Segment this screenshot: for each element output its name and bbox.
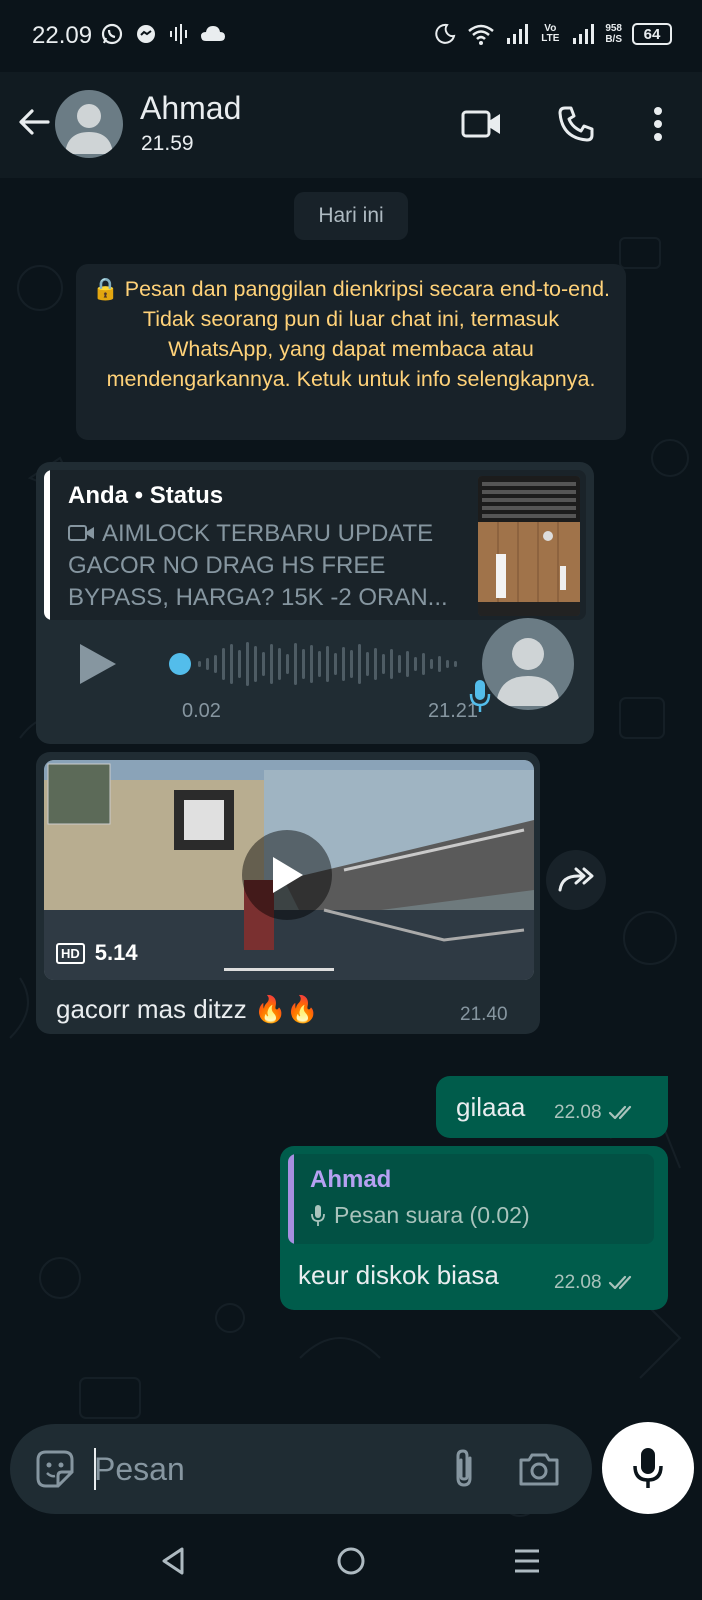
back-triangle-icon [162, 1547, 184, 1575]
waveform[interactable] [132, 634, 482, 694]
battery-indicator: 64 [632, 23, 672, 45]
forward-button[interactable] [546, 850, 606, 910]
chat-area[interactable]: Hari ini 🔒 Pesan dan panggilan dienkrips… [0, 178, 702, 1522]
quote-accent-bar [288, 1154, 294, 1244]
status-quote[interactable]: Anda • Status AIMLOCK TERBARU UPDATE GAC… [44, 470, 586, 620]
attach-button[interactable] [442, 1446, 488, 1492]
status-thumbnail [478, 476, 580, 616]
signal-icon [571, 23, 595, 45]
avatar[interactable] [55, 90, 123, 158]
chat-header: Ahmad 21.59 [0, 72, 702, 178]
back-button[interactable] [14, 102, 54, 142]
system-nav-bar [0, 1522, 702, 1600]
video-length: 5.14 [94, 940, 138, 965]
cloud-icon [200, 24, 226, 44]
voice-mic-icon [468, 678, 492, 719]
message-input[interactable] [94, 1442, 414, 1496]
reply-preview: Pesan suara (0.02) [310, 1202, 530, 1229]
status-notification-icons [100, 22, 226, 46]
voice-duration: 0.02 [182, 700, 221, 722]
video-caption: gacorr mas ditzz 🔥🔥 [56, 994, 319, 1024]
menu-lines-icon [515, 1549, 539, 1573]
video-icon [68, 525, 94, 541]
default-avatar-icon [496, 638, 560, 706]
reply-quote[interactable]: Ahmad Pesan suara (0.02) [288, 1154, 654, 1244]
video-call-button[interactable] [460, 102, 504, 146]
audio-icon [168, 22, 190, 46]
message-time: 22.08 [554, 1102, 602, 1123]
nav-home-button[interactable] [328, 1538, 374, 1584]
date-divider: Hari ini [294, 192, 408, 240]
message-meta: 22.08 [554, 1102, 638, 1124]
message-meta: 22.08 [554, 1272, 638, 1294]
contact-name[interactable]: Ahmad [140, 90, 241, 127]
forward-icon [558, 867, 594, 892]
volte-indicator: Vo LTE [541, 23, 560, 44]
signal-icon [505, 23, 529, 45]
message-text: gilaaa [456, 1092, 526, 1122]
network-speed-value: 958 [605, 22, 622, 34]
video-play-button[interactable] [242, 830, 332, 920]
paperclip-icon [456, 1449, 472, 1487]
wifi-icon [467, 22, 495, 46]
video-call-icon [461, 110, 500, 138]
camera-icon [519, 1453, 559, 1486]
status-time: 22.09 [32, 22, 93, 49]
home-circle-icon [337, 1547, 365, 1575]
messenger-icon [134, 22, 158, 46]
video-thumbnail[interactable]: HD 5.14 [44, 760, 534, 980]
reply-sender: Ahmad [310, 1166, 392, 1193]
message-text: keur diskok biasa [298, 1260, 499, 1290]
network-speed: 958 B/S [605, 22, 622, 45]
back-arrow-icon [19, 109, 50, 135]
quote-title: Anda • Status [68, 482, 224, 509]
whatsapp-icon [100, 22, 124, 46]
message-time: 22.08 [554, 1272, 602, 1293]
play-icon [80, 644, 116, 684]
video-message-bubble[interactable]: HD 5.14 gacorr mas ditzz 🔥🔥 21.40 [36, 752, 540, 1034]
double-check-icon [608, 1105, 631, 1120]
outgoing-reply-bubble[interactable]: Ahmad Pesan suara (0.02) keur diskok bia… [280, 1146, 668, 1310]
status-system-icons: Vo LTE 958 B/S 64 [433, 22, 672, 46]
camera-button[interactable] [516, 1446, 562, 1492]
sender-avatar [482, 618, 574, 710]
quote-text: AIMLOCK TERBARU UPDATE GACOR NO DRAG HS … [68, 518, 458, 614]
nav-back-button[interactable] [150, 1538, 196, 1584]
sticker-button[interactable] [32, 1446, 78, 1492]
voice-record-button[interactable] [602, 1422, 694, 1514]
encryption-notice[interactable]: 🔒 Pesan dan panggilan dienkripsi secara … [76, 264, 626, 440]
voice-call-button[interactable] [554, 102, 598, 146]
voice-player: 0.02 21.21 [36, 618, 594, 736]
phone-icon [558, 106, 594, 142]
network-speed-unit: B/S [605, 33, 622, 45]
message-time: 21.40 [460, 1004, 508, 1025]
voice-message-bubble[interactable]: Anda • Status AIMLOCK TERBARU UPDATE GAC… [36, 462, 594, 744]
status-bar: 22.09 Vo LTE 958 B/S 64 [0, 0, 702, 72]
outgoing-message-bubble[interactable]: gilaaa 22.08 [436, 1076, 668, 1138]
quote-text-content: AIMLOCK TERBARU UPDATE GACOR NO DRAG HS … [68, 520, 448, 611]
play-button[interactable] [76, 640, 120, 688]
play-icon [273, 857, 303, 893]
default-avatar-icon [65, 104, 113, 154]
moon-icon [433, 22, 457, 46]
video-info: HD 5.14 [56, 940, 138, 966]
more-icon [654, 107, 662, 141]
quote-accent-bar [44, 470, 50, 620]
reply-text: Pesan suara (0.02) [334, 1202, 530, 1228]
message-composer [10, 1424, 592, 1514]
mic-icon [311, 1204, 325, 1226]
hd-badge: HD [56, 942, 85, 964]
last-seen: 21.59 [141, 132, 194, 155]
mic-icon [633, 1448, 663, 1488]
sticker-icon [36, 1450, 74, 1488]
more-options-button[interactable] [636, 102, 680, 146]
nav-recents-button[interactable] [504, 1538, 550, 1584]
double-check-icon [608, 1275, 631, 1290]
